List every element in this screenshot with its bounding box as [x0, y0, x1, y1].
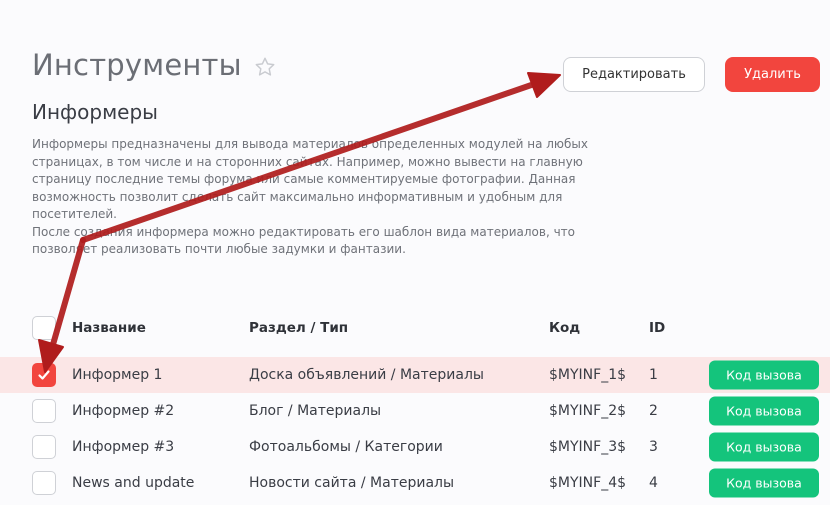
- row-code: $MYINF_1$: [549, 367, 627, 383]
- section-title: Информеры: [32, 100, 158, 124]
- row-code: $MYINF_3$: [549, 439, 627, 455]
- select-all-checkbox[interactable]: [32, 316, 56, 340]
- edit-button[interactable]: Редактировать: [563, 57, 705, 92]
- row-name: Информер #2: [72, 403, 175, 419]
- row-code: $MYINF_2$: [549, 403, 627, 419]
- checkmark-icon: [38, 370, 50, 380]
- row-section: Новости сайта / Материалы: [249, 475, 455, 491]
- row-checkbox[interactable]: [32, 435, 56, 459]
- call-code-button[interactable]: Код вызова: [709, 432, 819, 462]
- page-title-text: Инструменты: [32, 48, 242, 82]
- row-id: 4: [649, 475, 658, 491]
- row-checkbox[interactable]: [32, 399, 56, 423]
- description-paragraph-1: Информеры предназначены для вывода матер…: [32, 137, 589, 221]
- delete-button[interactable]: Удалить: [725, 57, 820, 92]
- description-paragraph-2: После создания информера можно редактиро…: [32, 224, 575, 257]
- row-name: Информер #3: [72, 439, 175, 455]
- call-code-button[interactable]: Код вызова: [709, 360, 819, 390]
- row-id: 3: [649, 439, 658, 455]
- section-description: Информеры предназначены для вывода матер…: [32, 136, 592, 259]
- page-title: Инструменты: [32, 48, 276, 82]
- star-icon[interactable]: [254, 56, 276, 78]
- row-name: Информер 1: [72, 367, 163, 383]
- table-row[interactable]: Информер 1 Доска объявлений / Материалы …: [0, 357, 830, 393]
- table-row[interactable]: Информер #2 Блог / Материалы $MYINF_2$ 2…: [0, 393, 830, 429]
- row-name: News and update: [72, 475, 195, 491]
- row-id: 2: [649, 403, 658, 419]
- row-id: 1: [649, 367, 658, 383]
- row-checkbox-cell[interactable]: [32, 471, 56, 495]
- header-section[interactable]: Раздел / Тип: [249, 320, 348, 336]
- row-checkbox[interactable]: [32, 363, 56, 387]
- header-id[interactable]: ID: [649, 320, 665, 336]
- table-row[interactable]: Информер #3 Фотоальбомы / Категории $MYI…: [0, 429, 830, 465]
- select-all-checkbox-cell[interactable]: [32, 316, 56, 340]
- row-section: Блог / Материалы: [249, 403, 382, 419]
- call-code-button[interactable]: Код вызова: [709, 468, 819, 498]
- row-checkbox-cell[interactable]: [32, 399, 56, 423]
- table-row[interactable]: News and update Новости сайта / Материал…: [0, 465, 830, 501]
- header-name[interactable]: Название: [72, 320, 146, 336]
- row-section: Фотоальбомы / Категории: [249, 439, 443, 455]
- row-checkbox-cell[interactable]: [32, 363, 56, 387]
- row-code: $MYINF_4$: [549, 475, 627, 491]
- row-checkbox-cell[interactable]: [32, 435, 56, 459]
- call-code-button[interactable]: Код вызова: [709, 396, 819, 426]
- header-code[interactable]: Код: [549, 320, 580, 336]
- row-section: Доска объявлений / Материалы: [249, 367, 484, 383]
- table-header: Название Раздел / Тип Код ID: [0, 311, 830, 345]
- row-checkbox[interactable]: [32, 471, 56, 495]
